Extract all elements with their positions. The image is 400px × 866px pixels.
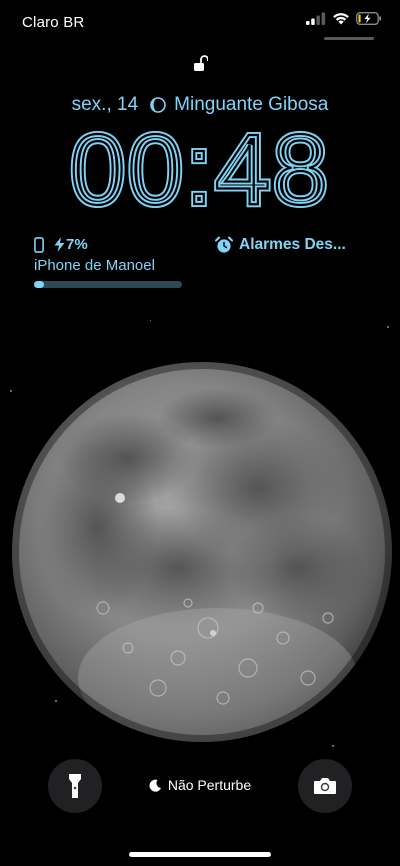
status-icons [306,12,382,25]
alarm-clock-icon [215,236,233,253]
star [150,320,151,321]
svg-text:00:48: 00:48 [70,122,330,222]
battery-widget[interactable]: 7% iPhone de Manoel [34,236,186,288]
phone-icon [34,236,44,253]
moon-wallpaper [12,362,392,742]
clock-time: 00:48 00:48 [67,111,331,229]
battery-level-fill [34,281,45,288]
home-indicator[interactable] [129,852,271,857]
camera-button[interactable] [298,759,352,813]
camera-icon [314,778,336,794]
date-label: sex., 14 [71,94,139,115]
alarm-label: Alarmes Des... [239,236,346,253]
control-center-indicator[interactable] [324,37,374,40]
focus-label: Não Perturbe [167,777,252,793]
moon-phase-icon [150,97,166,113]
moon-phase-label: Minguante Gibosa [174,94,329,115]
device-name: iPhone de Manoel [34,257,155,274]
date-widget[interactable]: sex., 14 Minguante Gibosa [0,94,400,116]
unlocked-padlock-icon [194,55,208,71]
carrier-name: Claro BR [22,14,85,31]
wifi-icon [333,13,349,25]
lock-screen: Claro BR sex., 14 Minguante Gibosa 00:48… [0,0,400,866]
moon-icon [149,779,161,792]
alarm-widget[interactable]: Alarmes Des... [215,236,346,254]
battery-charging-icon [356,12,381,25]
charging-bolt-icon [54,237,65,252]
signal-icon [306,12,326,25]
battery-level-bar [34,281,182,288]
clock: 00:48 00:48 [0,111,400,229]
battery-percent: 7% [66,236,88,253]
star [387,326,389,328]
